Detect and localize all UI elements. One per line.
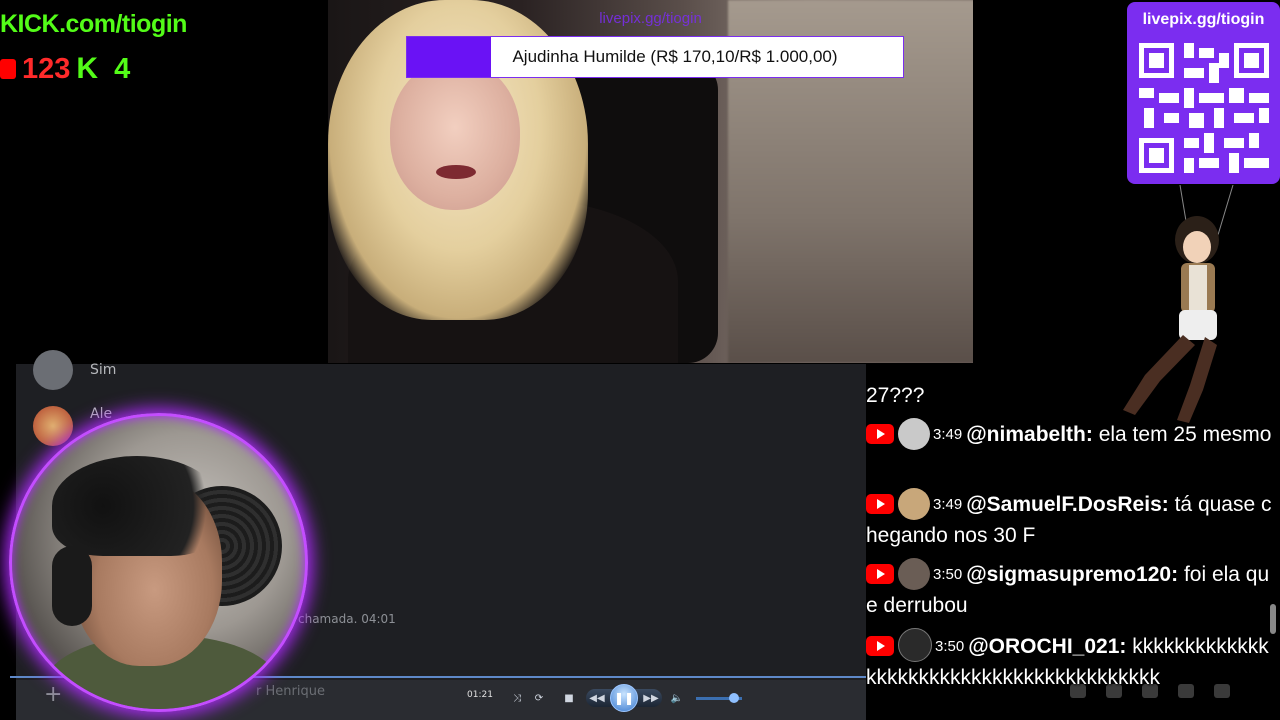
youtube-icon	[0, 59, 16, 79]
chat-message-author: Ale	[90, 406, 113, 422]
livepix-qr-panel: livepix.gg/tiogin	[1127, 2, 1280, 184]
video-person-lips	[436, 165, 476, 179]
user-avatar	[898, 418, 930, 450]
stop-icon[interactable]: ■	[558, 687, 580, 709]
streamer-webcam	[9, 413, 308, 712]
kick-viewer-count: 4	[114, 52, 131, 85]
chat-message: 3:49 @SamuelF.DosReis: tá quase chegando …	[866, 488, 1276, 551]
youtube-icon	[866, 636, 894, 656]
rewind-icon[interactable]: ◀◀	[586, 687, 608, 709]
chat-username: @sigmasupremo120:	[966, 563, 1179, 586]
qr-code-icon	[1139, 43, 1269, 173]
volume-knob[interactable]	[729, 692, 740, 703]
kick-icon: K	[76, 52, 99, 85]
chat-message: 3:49 @nimabelth: ela tem 25 mesmo	[866, 418, 1276, 450]
livepix-link: livepix.gg/tiogin	[599, 10, 702, 27]
viewer-stats: 123 K 4	[0, 52, 130, 86]
kick-channel-url: KICK.com/tiogin	[0, 10, 187, 38]
youtube-icon	[866, 494, 894, 514]
youtube-chat-overlay: 27??? 3:49 @nimabelth: ela tem 25 mesmo 3…	[866, 364, 1280, 720]
media-time: 01:21	[467, 690, 493, 700]
youtube-viewer-count: 123	[22, 52, 71, 85]
chat-time: 3:50	[933, 566, 963, 583]
chat-message-author: Sim	[90, 362, 117, 378]
video-person-face	[390, 60, 520, 210]
media-controls: ⤨ ⟳ ■ ◀◀ ❚❚ ▶▶ 🔈	[506, 684, 774, 712]
call-notice: chamada. 04:01	[298, 612, 396, 626]
shuffle-icon[interactable]: ⤨	[506, 687, 528, 709]
user-avatar	[898, 628, 932, 662]
chat-avatar-ale[interactable]	[33, 406, 73, 446]
volume-slider[interactable]	[696, 692, 742, 703]
chat-time: 3:49	[933, 496, 963, 513]
user-avatar	[898, 558, 930, 590]
chat-text: ela tem 25 mesmo	[1098, 423, 1272, 446]
qr-panel-title: livepix.gg/tiogin	[1142, 11, 1265, 28]
pause-button[interactable]: ❚❚	[610, 684, 638, 712]
user-avatar	[898, 488, 930, 520]
chat-avatar-sim[interactable]	[33, 350, 73, 390]
chat-username: @SamuelF.DosReis:	[966, 493, 1169, 516]
transport-group: ◀◀ ❚❚ ▶▶	[586, 684, 662, 712]
webcam-hair	[52, 456, 222, 556]
chat-scrollbar[interactable]	[1270, 604, 1276, 634]
youtube-icon	[866, 564, 894, 584]
chat-message: 3:50 @sigmasupremo120: foi ela que derrub…	[866, 558, 1276, 621]
chat-message-partial: 27???	[866, 384, 925, 407]
chat-message: 3:50 @OROCHI_021: kkkkkkkkkkkkkkkkkkkkkkk…	[866, 628, 1276, 693]
repeat-icon[interactable]: ⟳	[528, 687, 550, 709]
youtube-icon	[866, 424, 894, 444]
volume-icon[interactable]: 🔈	[666, 687, 688, 709]
chat-username: @OROCHI_021:	[968, 635, 1127, 658]
fast-forward-icon[interactable]: ▶▶	[640, 687, 662, 709]
headset-icon	[52, 546, 92, 626]
donation-goal-text: Ajudinha Humilde (R$ 170,10/R$ 1.000,00)	[512, 47, 838, 66]
donation-goal-bar: Ajudinha Humilde (R$ 170,10/R$ 1.000,00)	[406, 36, 904, 78]
chat-time: 3:50	[935, 638, 965, 655]
chat-username: @nimabelth:	[966, 423, 1093, 446]
chat-time: 3:49	[933, 426, 963, 443]
